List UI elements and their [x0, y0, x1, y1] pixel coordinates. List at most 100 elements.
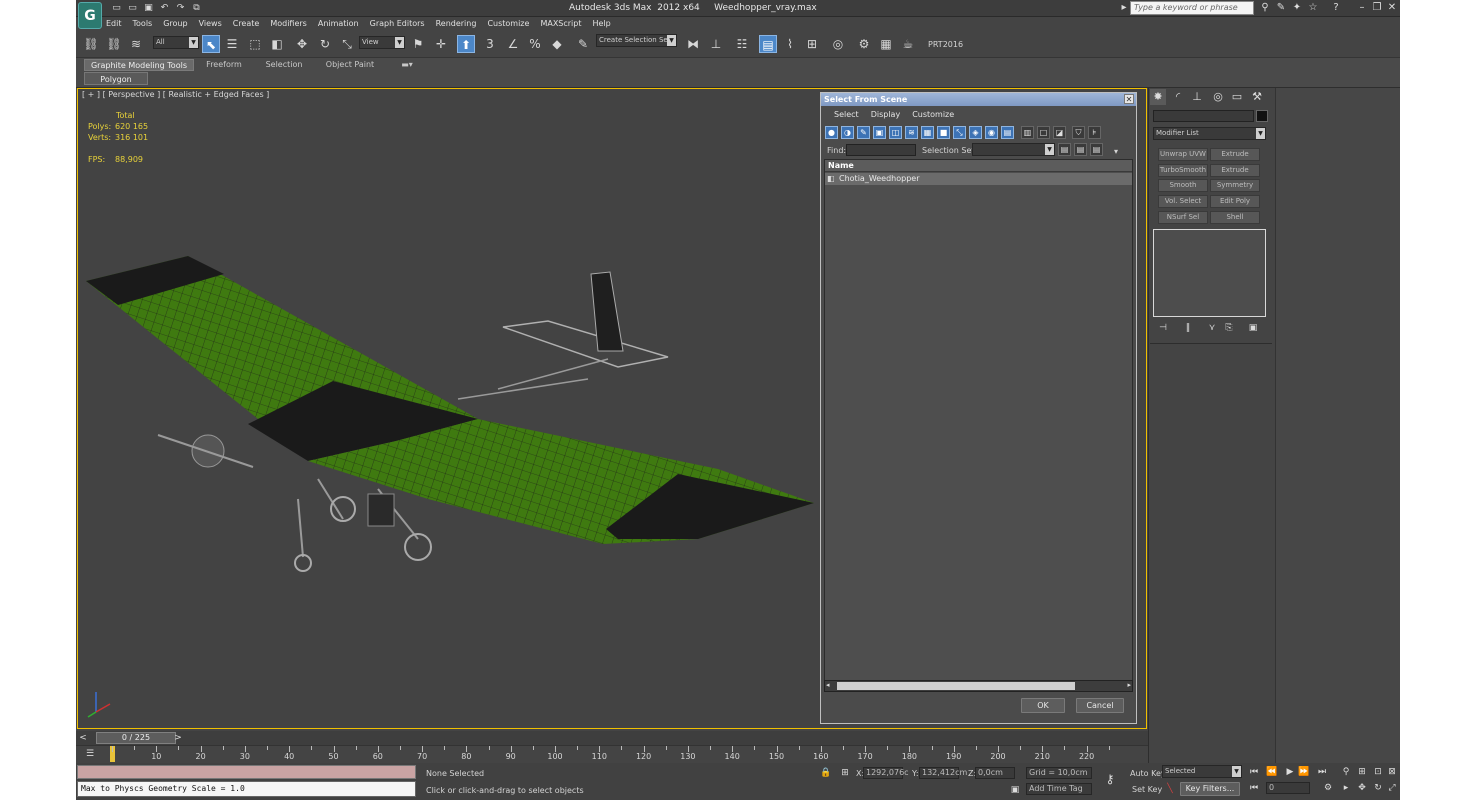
previous-frame-icon[interactable]: ⏪ [1266, 766, 1278, 778]
lock-icon[interactable]: 🔒 [820, 767, 832, 779]
menu-group[interactable]: Group [163, 17, 187, 30]
time-slider-next[interactable]: > [172, 732, 184, 744]
menu-maxscript[interactable]: MAXScript [540, 17, 581, 30]
chevron-right-icon[interactable]: ▸ [1118, 2, 1130, 14]
zoom-extents-all-icon[interactable]: ⊠ [1386, 766, 1398, 778]
select-none-icon[interactable]: □ [1037, 126, 1050, 139]
menu-graph-editors[interactable]: Graph Editors [370, 17, 425, 30]
absolute-mode-icon[interactable]: ⊞ [839, 767, 851, 779]
application-button[interactable]: G [78, 2, 102, 29]
orbit-icon[interactable]: ↻ [1372, 782, 1384, 794]
y-coordinate-field[interactable]: 132,412cm [919, 767, 967, 779]
display-frozen-icon[interactable]: ◉ [985, 126, 998, 139]
go-to-start-icon[interactable]: ⏮ [1248, 766, 1260, 778]
zoom-extents-icon[interactable]: ⊡ [1372, 766, 1384, 778]
filter-icon[interactable]: ⛉ [1072, 126, 1085, 139]
time-slider-track[interactable]: < 0 / 225 > [76, 731, 1148, 745]
align-icon[interactable]: ⊥ [707, 35, 725, 53]
tab-object-paint[interactable]: Object Paint [321, 59, 379, 71]
utilities-tab-icon[interactable]: ⚒ [1249, 89, 1265, 105]
scroll-left-icon[interactable]: ◂ [826, 681, 830, 689]
dialog-title[interactable]: Select From Scene [821, 93, 1136, 106]
menu-help[interactable]: Help [593, 17, 611, 30]
hierarchy-icon[interactable]: ⊧ [1088, 126, 1101, 139]
z-coordinate-field[interactable]: 0,0cm [975, 767, 1015, 779]
set-key-icon[interactable]: ⚷ [1104, 773, 1116, 785]
menu-animation[interactable]: Animation [318, 17, 359, 30]
minimize-button[interactable]: – [1356, 2, 1368, 14]
select-all-icon[interactable]: ▥ [1021, 126, 1034, 139]
rectangle-selection-icon[interactable]: ⬚ [246, 35, 264, 53]
modifier-list-dropdown[interactable]: Modifier List ▼ [1153, 127, 1266, 140]
project-icon[interactable]: ⧉ [190, 3, 203, 14]
display-xrefs-icon[interactable]: ■ [937, 126, 950, 139]
tab-freeform[interactable]: Freeform [198, 59, 250, 71]
help-icon[interactable]: ? [1330, 2, 1342, 14]
menu-create[interactable]: Create [233, 17, 260, 30]
make-unique-icon[interactable]: ⋎ [1206, 322, 1218, 334]
panel-polygon-modeling[interactable]: Polygon Modeling [84, 72, 148, 97]
time-slider-thumb[interactable]: 0 / 225 [96, 732, 176, 744]
selection-set-dropdown[interactable]: ▼ [972, 143, 1055, 156]
timeline-ruler[interactable]: ☰ 10 20 30 40 50 60 70 80 90 100 110 120 130 140 150 16… [76, 745, 1148, 763]
tools-icon[interactable]: ✎ [1275, 2, 1287, 14]
favorite-icon[interactable]: ☆ [1307, 2, 1319, 14]
time-slider-prev[interactable]: < [77, 732, 89, 744]
maxscript-listener-output[interactable]: Max to Physcs Geometry Scale = 1.0 [77, 781, 416, 797]
auto-key-button[interactable]: Auto Key [1130, 769, 1166, 778]
remove-modifier-icon[interactable]: ⎘ [1223, 322, 1235, 334]
next-frame-icon[interactable]: ⏩ [1298, 766, 1310, 778]
set-key-mode-icon[interactable]: ╲ [1164, 783, 1176, 795]
show-end-result-icon[interactable]: ‖ [1182, 322, 1194, 334]
bind-spacewarp-icon[interactable]: ≋ [127, 35, 145, 53]
create-tab-icon[interactable]: ✸ [1150, 89, 1166, 105]
edit-named-selection-icon[interactable]: ✎ [574, 35, 592, 53]
maximize-viewport-icon[interactable]: ⤢ [1386, 782, 1398, 794]
redo-icon[interactable]: ↷ [174, 3, 187, 14]
ribbon-options-icon[interactable]: ▬▾ [396, 59, 418, 71]
track-bar-icon[interactable]: ☰ [84, 748, 96, 760]
snaps-toggle-icon[interactable]: 3 [481, 35, 499, 53]
select-by-name-icon[interactable]: ☰ [223, 35, 241, 53]
menu-customize[interactable]: Customize [487, 17, 529, 30]
menu-modifiers[interactable]: Modifiers [270, 17, 307, 30]
undo-icon[interactable]: ↶ [158, 3, 171, 14]
display-bones-icon[interactable]: ⤡ [953, 126, 966, 139]
list-item[interactable]: ◧ Chotia_Weedhopper [825, 173, 1132, 185]
spinner-snap-icon[interactable]: ◆ [548, 35, 566, 53]
layer-manager-icon[interactable]: ☷ [733, 35, 751, 53]
display-lights-icon[interactable]: ✎ [857, 126, 870, 139]
cancel-button[interactable]: Cancel [1076, 698, 1124, 713]
modify-tab-icon[interactable]: ◜ [1170, 89, 1186, 105]
modifier-shell-button[interactable]: Shell [1210, 211, 1260, 224]
maxscript-listener-input[interactable] [77, 765, 416, 779]
keyboard-shortcut-override-icon[interactable]: ⬆ [457, 35, 475, 53]
configure-sets-icon[interactable]: ▣ [1247, 322, 1259, 334]
modifier-vol-select-button[interactable]: Vol. Select [1158, 195, 1208, 208]
scale-icon[interactable]: ⤡ [338, 35, 356, 53]
named-selection-set-dropdown[interactable]: Create Selection Se ▼ [596, 34, 677, 47]
play-icon[interactable]: ▶ [1284, 766, 1296, 778]
modifier-edit-poly-button[interactable]: Edit Poly [1210, 195, 1260, 208]
time-tag-icon[interactable]: ▣ [1009, 784, 1021, 796]
find-input[interactable] [846, 144, 916, 156]
motion-tab-icon[interactable]: ◎ [1210, 89, 1226, 105]
rendered-frame-window-icon[interactable]: ▦ [877, 35, 895, 53]
modifier-smooth-button[interactable]: Smooth [1158, 179, 1208, 192]
modifier-extrude-button[interactable]: Extrude [1210, 148, 1260, 161]
tab-selection[interactable]: Selection [260, 59, 308, 71]
binoculars-icon[interactable]: ⚲ [1259, 2, 1271, 14]
restore-button[interactable]: ❐ [1371, 2, 1383, 14]
field-of-view-icon[interactable]: ▸ [1340, 782, 1352, 794]
display-helpers-icon[interactable]: ◫ [889, 126, 902, 139]
hierarchy-tab-icon[interactable]: ⊥ [1189, 89, 1205, 105]
modifier-stack[interactable] [1153, 229, 1266, 317]
render-production-icon[interactable]: ☕ [899, 35, 917, 53]
schematic-view-icon[interactable]: ⊞ [803, 35, 821, 53]
modifier-nsurf-sel-button[interactable]: NSurf Sel [1158, 211, 1208, 224]
key-mode-dropdown[interactable]: Selected ▼ [1162, 765, 1242, 778]
key-filters-button[interactable]: Key Filters... [1180, 782, 1240, 796]
ok-button[interactable]: OK [1021, 698, 1065, 713]
create-set-icon[interactable]: ▤ [1058, 143, 1071, 156]
zoom-icon[interactable]: ⚲ [1340, 766, 1352, 778]
